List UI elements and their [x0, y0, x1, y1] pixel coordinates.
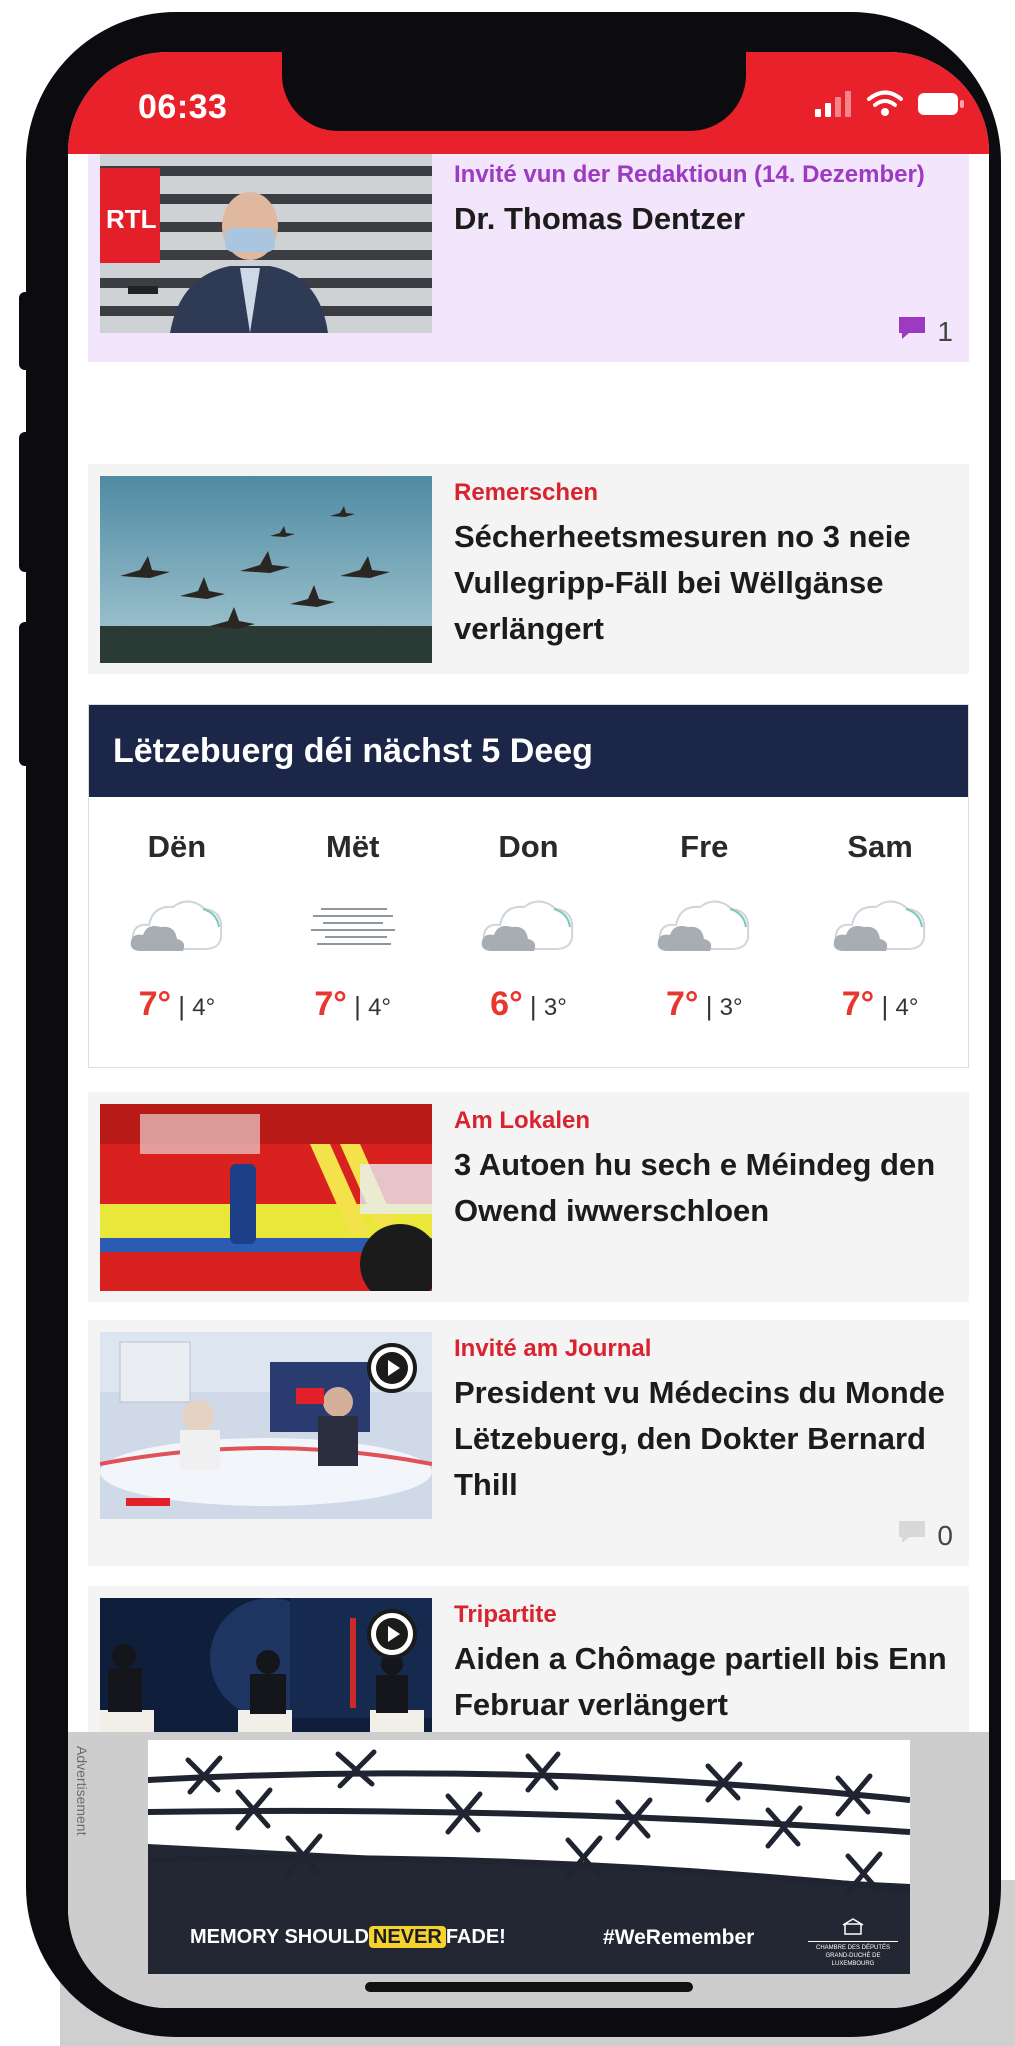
- news-feed[interactable]: RTL Invité vun der Redaktioun (14. Dezem…: [68, 154, 989, 1794]
- weather-day: Mët 7° | 4°: [265, 797, 441, 1067]
- weather-day: Sam 7° | 4°: [792, 797, 968, 1067]
- weather-day-name: Mët: [326, 829, 380, 864]
- weather-day: Fre 7° | 3°: [616, 797, 792, 1067]
- weather-low: 3°: [719, 994, 743, 1021]
- ad-slogan-highlight: NEVER: [368, 1926, 446, 1948]
- cloud-icon: [830, 889, 930, 959]
- ad-sponsor: CHAMBRE DES DÉPUTÉS GRAND-DUCHÉ DE LUXEM…: [808, 1918, 898, 1968]
- ad-sponsor-line1: CHAMBRE DES DÉPUTÉS: [815, 1945, 890, 1951]
- article-title[interactable]: Dr. Thomas Dentzer: [454, 196, 955, 242]
- article-category: Invité am Journal: [454, 1335, 652, 1362]
- article-title[interactable]: Aiden a Chômage partiell bis Enn Februar…: [454, 1636, 955, 1728]
- weather-temps: 7° | 4°: [138, 985, 216, 1023]
- article-thumbnail: [100, 1104, 432, 1291]
- play-icon[interactable]: [366, 1608, 418, 1665]
- article-category: Invité vun der Redaktioun (14. Dezember): [454, 161, 925, 188]
- weather-widget[interactable]: Lëtzebuerg déi nächst 5 Deeg Dën 7° | 4°…: [88, 704, 969, 1068]
- article-thumbnail: [100, 476, 432, 663]
- weather-temps: 7° | 4°: [841, 985, 919, 1023]
- ad-slogan: MEMORY SHOULD NEVER FADE!: [190, 1926, 506, 1949]
- status-time: 06:33: [138, 88, 228, 126]
- wifi-icon: [867, 90, 903, 123]
- weather-day-name: Dën: [147, 829, 207, 864]
- weather-forecast: Dën 7° | 4° Mët 7° | 4° Don 6° | 3° Fre …: [89, 797, 968, 1067]
- play-icon[interactable]: [366, 1342, 418, 1399]
- article-card[interactable]: Am Lokalen 3 Autoen hu sech e Méindeg de…: [88, 1092, 969, 1302]
- weather-heading: Lëtzebuerg déi nächst 5 Deeg: [89, 705, 968, 797]
- cloud-icon: [478, 889, 578, 959]
- weather-high: 6°: [490, 985, 523, 1023]
- ad-sponsor-line2: GRAND-DUCHÉ DE LUXEMBOURG: [825, 1953, 881, 1967]
- battery-icon: [917, 92, 965, 121]
- advertisement[interactable]: Advertisement MEMORY SHOULD NEVER FADE! …: [68, 1732, 989, 2008]
- phone-notch: [282, 52, 746, 131]
- article-text: Invité am Journal President vu Médecins …: [454, 1334, 955, 1508]
- ad-banner[interactable]: MEMORY SHOULD NEVER FADE! #WeRemember CHAM…: [148, 1740, 910, 1974]
- phone-screen: 06:33 RTL Invité vun der Redaktioun (14.…: [68, 52, 989, 2008]
- weather-high: 7°: [841, 985, 875, 1023]
- chamber-logo-icon: [842, 1918, 864, 1935]
- article-title[interactable]: 3 Autoen hu sech e Méindeg den Owend iww…: [454, 1142, 955, 1234]
- weather-temps: 6° | 3°: [490, 985, 567, 1023]
- weather-temps: 7° | 4°: [314, 985, 392, 1023]
- comment-icon: [897, 1519, 927, 1552]
- ad-label: Advertisement: [74, 1746, 90, 1836]
- comment-count[interactable]: 0: [897, 1519, 953, 1552]
- comment-icon: [897, 315, 927, 348]
- weather-low: 4°: [192, 994, 216, 1021]
- ad-slogan-end: FADE!: [445, 1926, 506, 1948]
- home-indicator[interactable]: [365, 1982, 693, 1992]
- fog-icon: [303, 889, 403, 959]
- article-text: Tripartite Aiden a Chômage partiell bis …: [454, 1600, 955, 1728]
- article-category: Remerschen: [454, 479, 599, 506]
- article-text: Remerschen Sécherheetsmesuren no 3 neie …: [454, 478, 955, 652]
- cloud-icon: [654, 889, 754, 959]
- ad-slogan-start: MEMORY SHOULD: [190, 1926, 369, 1948]
- article-category: Am Lokalen: [454, 1107, 591, 1134]
- weather-low: 4°: [895, 994, 919, 1021]
- article-card[interactable]: Remerschen Sécherheetsmesuren no 3 neie …: [88, 464, 969, 674]
- comment-count[interactable]: 1: [897, 315, 953, 348]
- ad-hashtag: #WeRemember: [603, 1926, 755, 1949]
- weather-high: 7°: [665, 985, 699, 1023]
- rtl-logo: RTL: [106, 204, 157, 234]
- article-card[interactable]: RTL Invité vun der Redaktioun (14. Dezem…: [88, 154, 969, 362]
- weather-day-name: Sam: [847, 829, 913, 864]
- weather-high: 7°: [314, 985, 347, 1023]
- weather-day: Dën 7° | 4°: [89, 797, 265, 1067]
- article-card[interactable]: Invité am Journal President vu Médecins …: [88, 1320, 969, 1566]
- weather-temps: 7° | 3°: [665, 985, 743, 1023]
- comment-count-value: 0: [937, 1519, 953, 1551]
- article-title[interactable]: President vu Médecins du Monde Lëtzebuer…: [454, 1370, 955, 1508]
- weather-day-name: Fre: [680, 829, 729, 864]
- weather-low: 3°: [543, 994, 567, 1021]
- weather-high: 7°: [138, 985, 172, 1023]
- signal-icon: [813, 91, 853, 122]
- article-title[interactable]: Sécherheetsmesuren no 3 neie Vullegripp-…: [454, 514, 955, 652]
- weather-day-name: Don: [498, 829, 559, 864]
- status-icons: [813, 90, 965, 123]
- article-text: Invité vun der Redaktioun (14. Dezember)…: [454, 160, 955, 242]
- comment-count-value: 1: [937, 315, 953, 347]
- weather-low: 4°: [368, 994, 392, 1021]
- article-category: Tripartite: [454, 1601, 557, 1628]
- article-text: Am Lokalen 3 Autoen hu sech e Méindeg de…: [454, 1106, 955, 1234]
- cloud-icon: [127, 889, 227, 959]
- article-thumbnail: RTL: [100, 154, 432, 333]
- weather-day: Don 6° | 3°: [441, 797, 617, 1067]
